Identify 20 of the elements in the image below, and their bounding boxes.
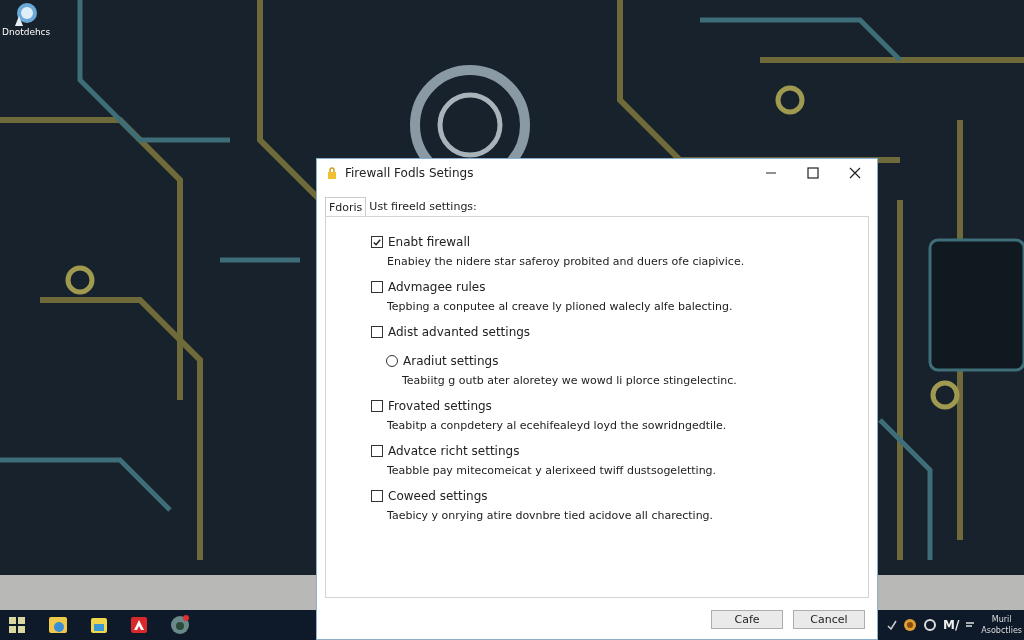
option-label[interactable]: Enabt firewall (388, 235, 471, 249)
option-description: Taebicy y onrying atire dovnbre tied acidove all charecting. (386, 509, 715, 522)
option-label[interactable]: Advatce richt settings (388, 444, 520, 458)
window-title: Firewall Fodls Setings (345, 166, 474, 180)
dialog-button[interactable]: Cafe (711, 610, 783, 629)
clock[interactable]: Muril Asobctlies (981, 614, 1022, 636)
tab[interactable]: Fdoris (325, 197, 367, 216)
option-description: Teabitp a conpdetery al ecehifealeyd loyd the sowridngedtile. (386, 419, 728, 432)
option-label[interactable]: Aradiut settings (403, 354, 499, 368)
option-label[interactable]: Adist advanted settings (388, 325, 531, 339)
option-label[interactable]: Frovated settings (388, 399, 492, 413)
option-label[interactable]: Advmagee rules (388, 280, 486, 294)
tray-text[interactable]: M/ (943, 618, 960, 632)
option-description: Tepbing a conputee al creave ly plioned walecly alfe balecting. (386, 300, 734, 313)
desktop-icon-label[interactable]: Dnotdehcs (2, 27, 51, 37)
option-description: Enabiey the nidere star saferoy probited and duers ofe ciapivice. (386, 255, 746, 268)
dialog-button[interactable]: Cancel (793, 610, 865, 629)
option-description: Teabble pay mitecomeicat y alerixeed twiff dustsogeletting. (386, 464, 718, 477)
option-description: Teabiitg g outb ater aloretey we wowd li plorce stingelectinc. (401, 374, 738, 387)
option-label[interactable]: Coweed settings (388, 489, 488, 503)
